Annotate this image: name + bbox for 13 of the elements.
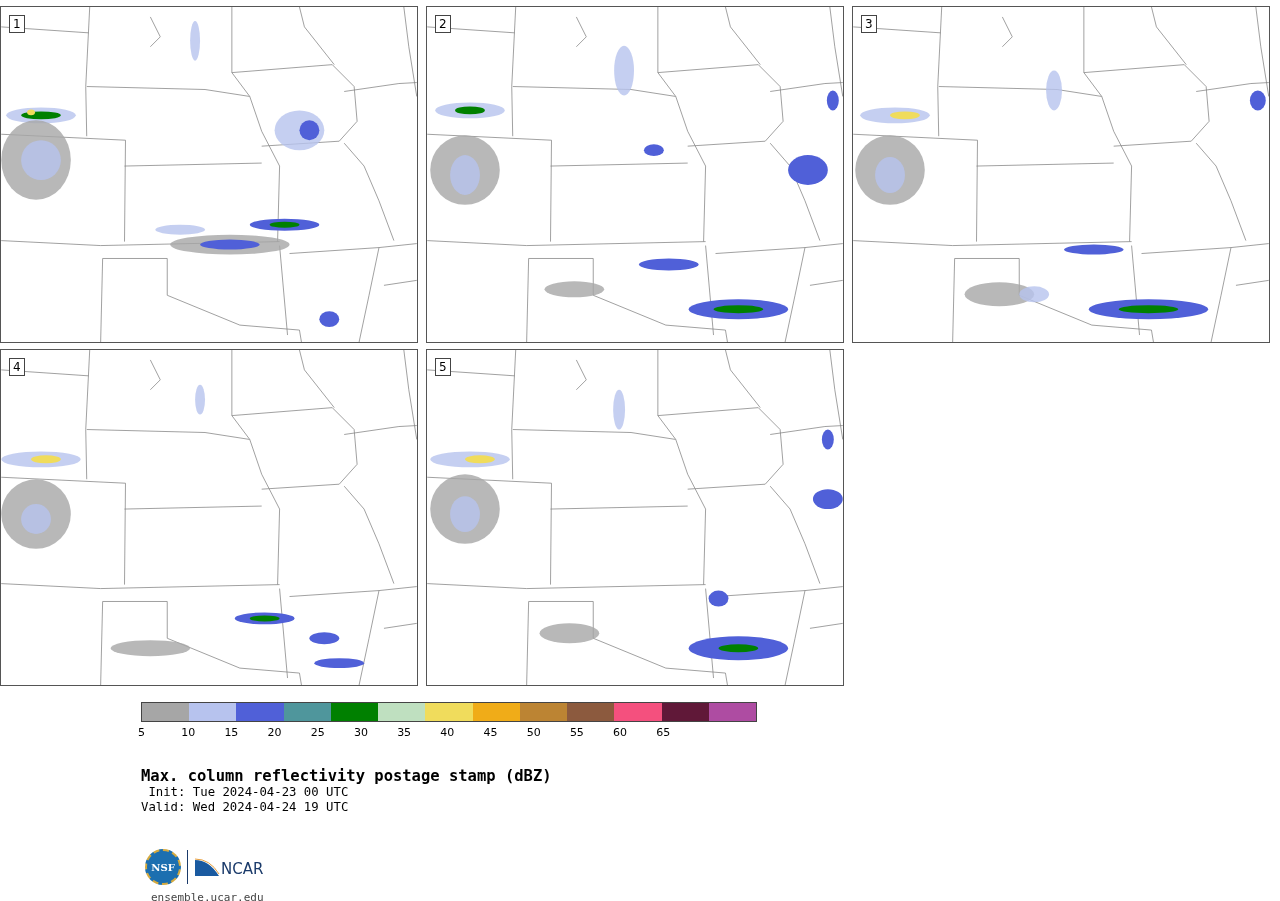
panel-number: 5 [435, 358, 451, 376]
chart-title: Max. column reflectivity postage stamp (dBZ) [141, 767, 553, 785]
valid-time: Valid: Wed 2024-04-24 19 UTC [141, 800, 350, 815]
panel-number: 1 [9, 15, 25, 33]
tick-label: 65 [656, 726, 672, 739]
nsf-logo: NSF [145, 849, 181, 885]
tick-label: 25 [310, 726, 326, 739]
panel-number: 4 [9, 358, 25, 376]
panel-number: 2 [435, 15, 451, 33]
website-url: ensemble.ucar.edu [151, 891, 265, 901]
init-time: Init: Tue 2024-04-23 00 UTC [147, 785, 350, 800]
panel-number: 3 [861, 15, 877, 33]
ncar-logo: NCAR [194, 857, 264, 877]
